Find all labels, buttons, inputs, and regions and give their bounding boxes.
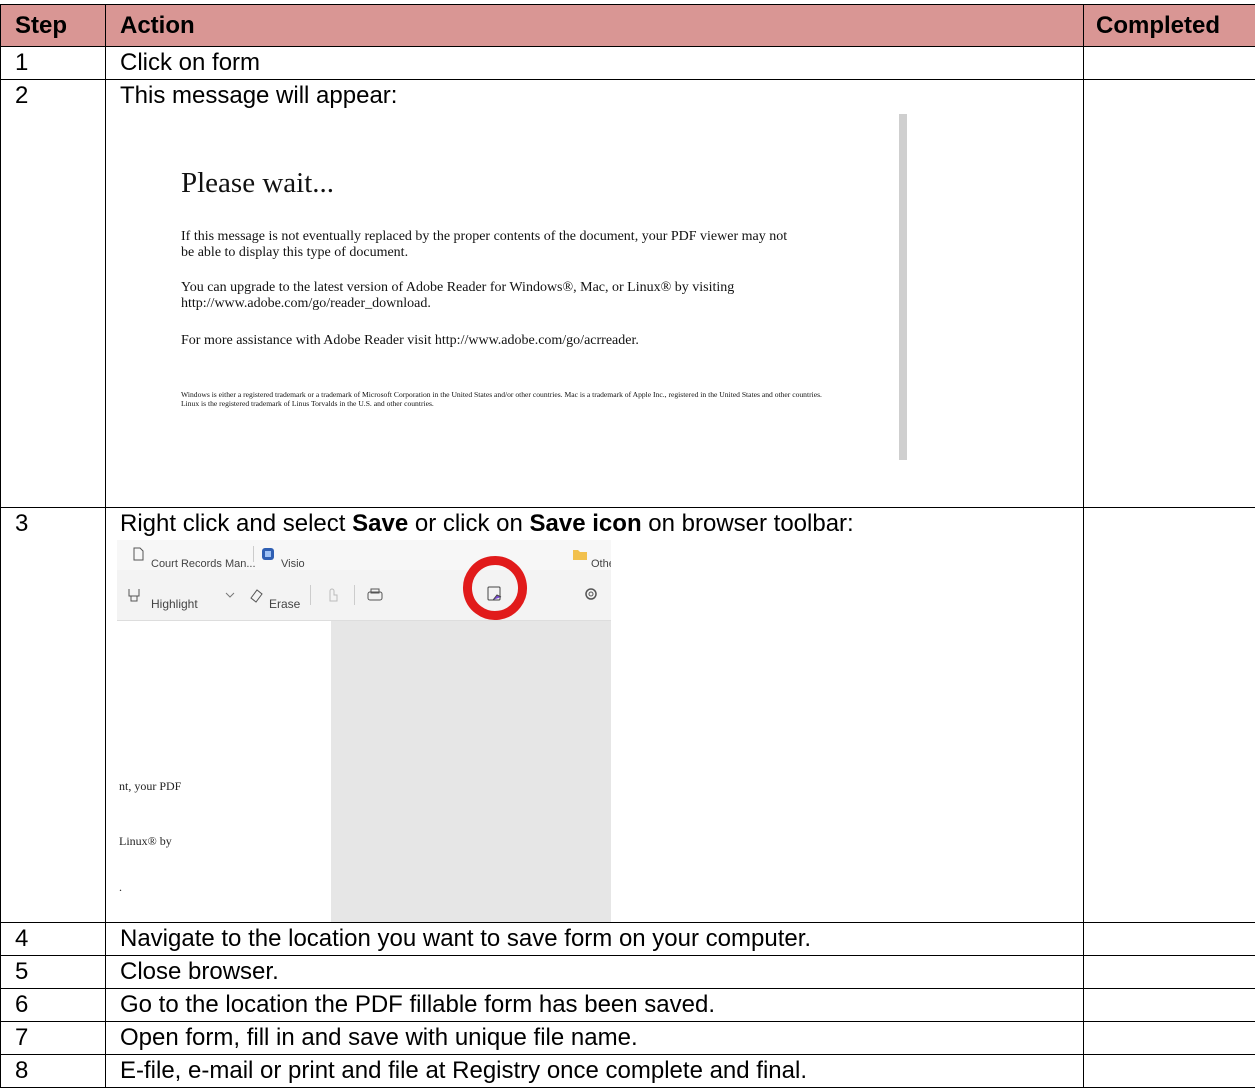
- step-number: 7: [1, 1022, 106, 1055]
- erase-button-label: Erase: [269, 588, 300, 620]
- touch-icon: [325, 585, 339, 603]
- visio-icon: [261, 547, 275, 561]
- step-action: Go to the location the PDF fillable form…: [106, 989, 1084, 1022]
- step-action: Right click and select Save or click on …: [120, 508, 1083, 540]
- step-number: 5: [1, 956, 106, 989]
- bookmarks-bar: Court Records Man... Visio Othe: [117, 540, 611, 570]
- table-row: 4 Navigate to the location you want to s…: [1, 923, 1255, 956]
- step-action-cell: This message will appear: Please wait...…: [106, 80, 1084, 508]
- header-action: Action: [106, 5, 1084, 47]
- step-number: 3: [1, 508, 106, 923]
- folder-icon: [572, 547, 588, 561]
- step-action-bold: Save: [352, 510, 408, 537]
- step-action: E-file, e-mail or print and file at Regi…: [106, 1055, 1084, 1088]
- steps-table: Step Action Completed 1 Click on form 2 …: [0, 4, 1255, 1088]
- page-text-fragment: Linux® by: [119, 825, 172, 857]
- pdf-scrollbar: [899, 114, 907, 460]
- pdf-message-title: Please wait...: [181, 167, 334, 199]
- completed-cell[interactable]: [1084, 80, 1255, 508]
- completed-cell[interactable]: [1084, 923, 1255, 956]
- completed-cell[interactable]: [1084, 956, 1255, 989]
- header-step: Step: [1, 5, 106, 47]
- step-action-bold: Save icon: [530, 510, 642, 537]
- eraser-icon: [248, 587, 264, 603]
- step-number: 4: [1, 923, 106, 956]
- page-icon: [133, 547, 144, 561]
- step-action: Close browser.: [106, 956, 1084, 989]
- table-row: 2 This message will appear: Please wait.…: [1, 80, 1255, 508]
- pdf-page-area: nt, your PDF Linux® by .: [117, 621, 331, 922]
- pdf-message-paragraph: You can upgrade to the latest version of…: [181, 280, 801, 312]
- step-action: This message will appear:: [120, 80, 1083, 112]
- step-action-cell: Right click and select Save or click on …: [106, 508, 1084, 923]
- pdf-message-paragraph: For more assistance with Adobe Reader vi…: [181, 333, 801, 349]
- step-number: 8: [1, 1055, 106, 1088]
- step-action-text: or click on: [408, 510, 529, 537]
- step-action: Navigate to the location you want to sav…: [106, 923, 1084, 956]
- highlight-icon: [127, 587, 141, 603]
- pdf-message-trademark-note: Windows is either a registered trademark…: [181, 390, 841, 408]
- viewer-background: [331, 621, 611, 922]
- pdf-message-paragraph: If this message is not eventually replac…: [181, 229, 801, 261]
- completed-cell[interactable]: [1084, 1022, 1255, 1055]
- table-row: 3 Right click and select Save or click o…: [1, 508, 1255, 923]
- highlight-button-label: Highlight: [151, 588, 198, 620]
- print-icon: [367, 588, 383, 602]
- chevron-down-icon: [225, 592, 235, 598]
- completed-cell[interactable]: [1084, 508, 1255, 923]
- step-action: Open form, fill in and save with unique …: [106, 1022, 1084, 1055]
- table-row: 1 Click on form: [1, 47, 1255, 80]
- completed-cell[interactable]: [1084, 1055, 1255, 1088]
- completed-cell[interactable]: [1084, 47, 1255, 80]
- pdf-toolbar: Highlight Erase: [117, 570, 611, 621]
- gear-icon: [583, 586, 599, 602]
- step-action: Click on form: [106, 47, 1084, 80]
- step-number: 2: [1, 80, 106, 508]
- table-row: 6 Go to the location the PDF fillable fo…: [1, 989, 1255, 1022]
- table-row: 5 Close browser.: [1, 956, 1255, 989]
- header-completed: Completed: [1084, 5, 1255, 47]
- pdf-message-screenshot: Please wait... If this message is not ev…: [117, 114, 913, 460]
- header-row: Step Action Completed: [1, 5, 1255, 47]
- table-row: 7 Open form, fill in and save with uniqu…: [1, 1022, 1255, 1055]
- step-number: 1: [1, 47, 106, 80]
- page-text-fragment: nt, your PDF: [119, 770, 181, 802]
- step-action-text: Right click and select: [120, 510, 352, 537]
- page-text-fragment: .: [119, 871, 122, 903]
- step-number: 6: [1, 989, 106, 1022]
- browser-toolbar-screenshot: Court Records Man... Visio Othe Highligh…: [117, 540, 611, 922]
- table-row: 8 E-file, e-mail or print and file at Re…: [1, 1055, 1255, 1088]
- step-action-text: on browser toolbar:: [642, 510, 854, 537]
- completed-cell[interactable]: [1084, 989, 1255, 1022]
